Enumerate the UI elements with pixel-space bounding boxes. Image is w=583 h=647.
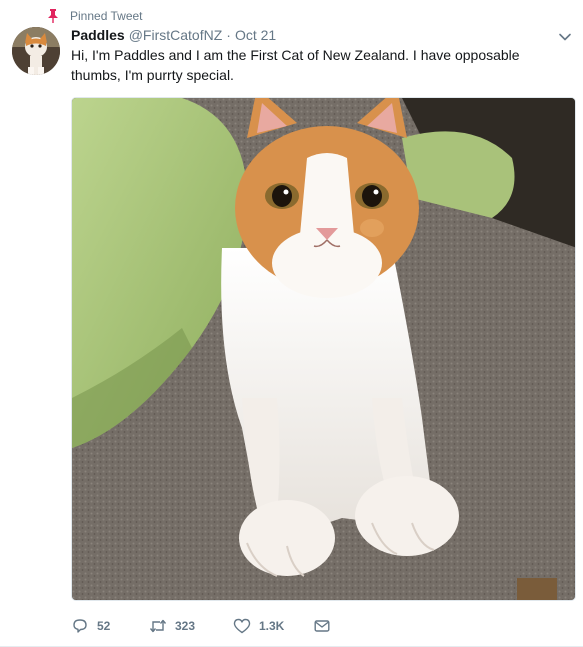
retweet-button[interactable]: 323	[149, 617, 233, 635]
like-count: 1.3K	[259, 619, 285, 633]
like-button[interactable]: 1.3K	[233, 617, 313, 635]
tweet-header: Paddles @FirstCatofNZ · Oct 21	[71, 27, 543, 47]
user-handle[interactable]: @FirstCatofNZ	[129, 27, 223, 43]
tweet-text: Hi, I'm Paddles and I am the First Cat o…	[71, 47, 520, 83]
reply-button[interactable]: 52	[71, 617, 149, 635]
avatar[interactable]	[12, 27, 60, 75]
separator-dot: ·	[226, 27, 231, 43]
pinned-tweet[interactable]: Pinned Tweet Paddles @FirstCatofNZ · Oct…	[0, 0, 583, 647]
pin-icon	[47, 9, 59, 23]
envelope-icon	[313, 617, 331, 635]
chevron-down-icon[interactable]	[558, 30, 572, 44]
retweet-icon	[149, 617, 167, 635]
reply-count: 52	[97, 619, 111, 633]
display-name[interactable]: Paddles	[71, 27, 125, 43]
tweet-actions: 52 323 1.3K	[71, 616, 353, 636]
timestamp[interactable]: Oct 21	[235, 27, 276, 43]
tweet-photo[interactable]	[71, 97, 576, 601]
reply-icon	[71, 617, 89, 635]
retweet-count: 323	[175, 619, 196, 633]
pinned-label: Pinned Tweet	[70, 9, 143, 23]
heart-icon	[233, 617, 251, 635]
pinned-indicator: Pinned Tweet	[47, 9, 143, 23]
direct-message-button[interactable]	[313, 617, 353, 635]
